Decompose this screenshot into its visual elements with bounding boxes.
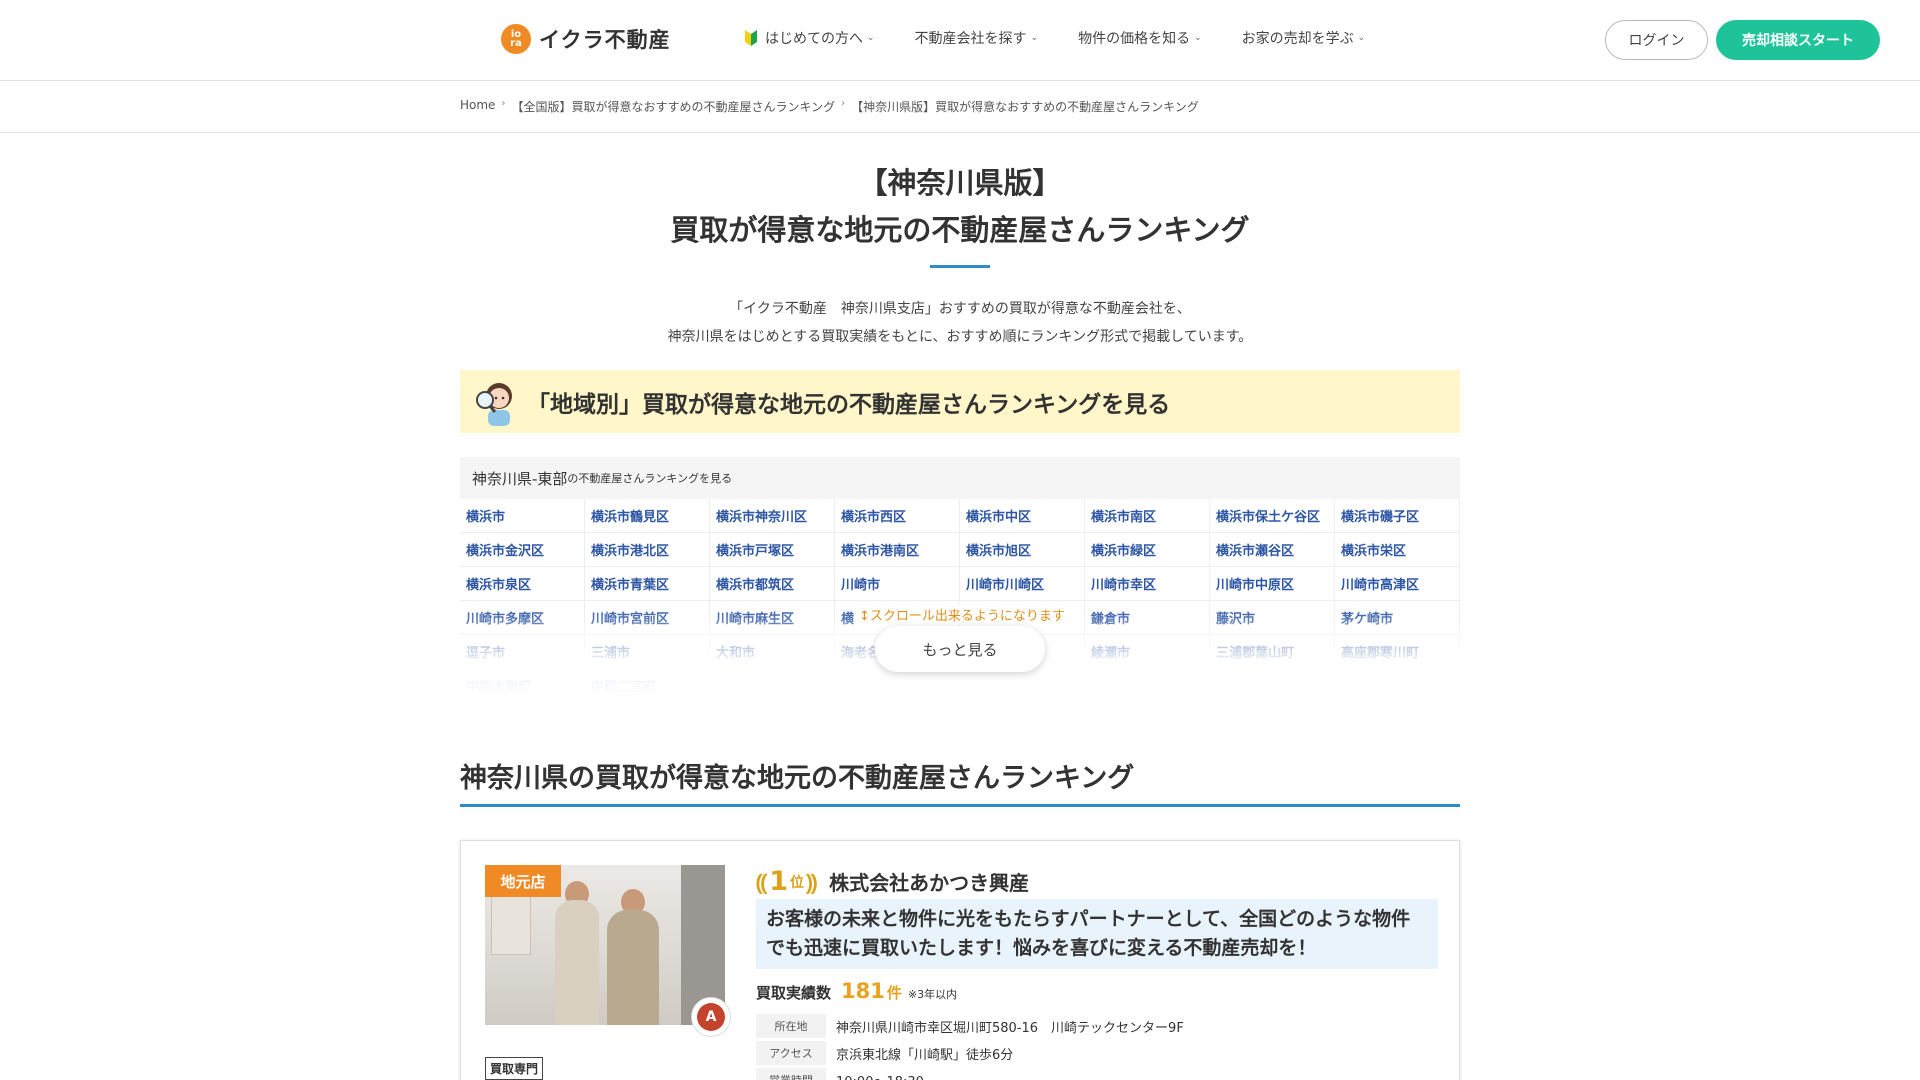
area-link[interactable]: 横浜市青葉区 xyxy=(585,567,710,601)
nav-learn-selling[interactable]: お家の売却を学ぶ ⌄ xyxy=(1242,28,1366,48)
purchase-specialist-tag: 買取専門 xyxy=(485,1057,544,1080)
local-store-badge: 地元店 xyxy=(485,865,561,897)
stat-label: 買取実績数 xyxy=(756,984,832,1002)
chevron-down-icon: ⌄ xyxy=(867,33,875,43)
stat-value: 181 xyxy=(841,979,885,1003)
intro-line1: 「イクラ不動産 神奈川県支店」おすすめの買取が得意な不動産会社を、 xyxy=(729,301,1191,317)
intro-text: 「イクラ不動産 神奈川県支店」おすすめの買取が得意な不動産会社を、 神奈川県をは… xyxy=(460,295,1460,351)
breadcrumb: Home › 【全国版】買取が得意なおすすめの不動産屋さんランキング › 【神奈… xyxy=(460,98,1199,115)
breadcrumb-current: 【神奈川県版】買取が得意なおすすめの不動産屋さんランキング xyxy=(851,100,1199,114)
area-link[interactable]: 横浜市磯子区 xyxy=(1335,499,1460,533)
ikura-logo-icon: io ra xyxy=(501,24,531,54)
page-title-line2: 買取が得意な地元の不動産屋さんランキング xyxy=(670,213,1250,247)
main-nav: はじめての方へ ⌄ 不動産会社を探す ⌄ 物件の価格を知る ⌄ お家の売却を学ぶ… xyxy=(745,28,1405,48)
area-link[interactable]: 横浜市旭区 xyxy=(960,533,1085,567)
nav-label: お家の売却を学ぶ xyxy=(1241,31,1354,47)
rank-number: 1 xyxy=(769,866,788,897)
area-link[interactable]: 横浜市保土ケ谷区 xyxy=(1210,499,1335,533)
intro-line2: 神奈川県をはじめとする買取実績をもとに、おすすめ順にランキング形式で掲載していま… xyxy=(667,329,1253,345)
purchase-stats: 買取実績数 181 件 ※3年以内 xyxy=(756,979,957,1003)
company-logo-icon: A xyxy=(691,997,731,1037)
ranking-heading-underline xyxy=(460,804,1460,807)
ranking-heading: 神奈川県の買取が得意な地元の不動産屋さんランキング xyxy=(460,763,1135,794)
show-more-button[interactable]: もっと見る xyxy=(875,626,1045,672)
stat-note: ※3年以内 xyxy=(907,988,958,1001)
area-link[interactable]: 横浜市都筑区 xyxy=(710,567,835,601)
logo-text: イクラ不動産 xyxy=(539,28,671,52)
area-link[interactable]: 横浜市港南区 xyxy=(835,533,960,567)
laurel-right-icon: ⸩ xyxy=(805,870,818,896)
info-row-access: アクセス 京浜東北線「川崎駅」徒歩6分 xyxy=(756,1040,1436,1066)
region-ranking-banner: 「地域別」買取が得意な地元の不動産屋さんランキングを見る xyxy=(460,370,1460,433)
info-row-address: 所在地 神奈川県川崎市幸区堀川町580-16 川崎テックセンター9F xyxy=(756,1013,1436,1039)
chevron-right-icon: › xyxy=(501,98,506,109)
area-link[interactable]: 横浜市西区 xyxy=(835,499,960,533)
nav-label: 不動産会社を探す xyxy=(914,31,1027,47)
rank-badge: ⸨ 1 位 ⸩ xyxy=(756,866,817,897)
area-link[interactable]: 横浜市緑区 xyxy=(1085,533,1210,567)
start-consultation-button[interactable]: 売却相談スタート xyxy=(1716,20,1880,60)
area-link[interactable]: 横浜市栄区 xyxy=(1335,533,1460,567)
stat-unit: 件 xyxy=(886,984,902,1002)
company-name[interactable]: 株式会社あかつき興産 xyxy=(829,867,1029,896)
area-link[interactable]: 横浜市神奈川区 xyxy=(710,499,835,533)
rank-suffix: 位 xyxy=(789,874,804,891)
area-link[interactable]: 横浜市瀬谷区 xyxy=(1210,533,1335,567)
region-banner-title: 「地域別」買取が得意な地元の不動産屋さんランキングを見る xyxy=(527,391,1171,418)
info-value: 神奈川県川崎市幸区堀川町580-16 川崎テックセンター9F xyxy=(836,1020,1184,1036)
area-link[interactable]: 横浜市港北区 xyxy=(585,533,710,567)
laurel-left-icon: ⸨ xyxy=(756,870,768,896)
breadcrumb-home[interactable]: Home xyxy=(460,98,495,115)
area-group-suffix: の不動産屋さんランキングを見る xyxy=(567,472,733,485)
info-key: アクセス xyxy=(756,1041,826,1065)
company-info: 所在地 神奈川県川崎市幸区堀川町580-16 川崎テックセンター9F アクセス … xyxy=(756,1013,1436,1080)
area-list-header: 神奈川県-東部 の不動産屋さんランキングを見る xyxy=(460,457,1460,499)
area-link[interactable]: 横浜市南区 xyxy=(1085,499,1210,533)
area-link[interactable]: 川崎市 xyxy=(835,567,960,601)
rank-line: ⸨ 1 位 ⸩ 株式会社あかつき興産 xyxy=(756,866,1029,897)
info-value: 10:00～18:30 xyxy=(836,1071,924,1080)
info-key: 営業時間 xyxy=(756,1068,826,1080)
nav-label: 物件の価格を知る xyxy=(1078,31,1191,47)
magnifier-girl-icon xyxy=(476,382,512,426)
info-row-hours: 営業時間 10:00～18:30 xyxy=(756,1067,1436,1080)
area-link[interactable]: 横浜市戸塚区 xyxy=(710,533,835,567)
area-link[interactable]: 川崎市川崎区 xyxy=(960,567,1085,601)
title-underline xyxy=(930,265,990,268)
scroll-note: ↕スクロール出来るようになります xyxy=(857,605,1067,624)
area-link[interactable]: 横浜市 xyxy=(460,499,585,533)
area-link[interactable]: 川崎市幸区 xyxy=(1085,567,1210,601)
nav-know-price[interactable]: 物件の価格を知る ⌄ xyxy=(1078,28,1202,48)
area-link[interactable]: 川崎市中原区 xyxy=(1210,567,1335,601)
area-link[interactable]: 横浜市中区 xyxy=(960,499,1085,533)
page-title: 【神奈川県版】 買取が得意な地元の不動産屋さんランキング xyxy=(460,160,1460,254)
breadcrumb-national[interactable]: 【全国版】買取が得意なおすすめの不動産屋さんランキング xyxy=(511,98,835,115)
info-key: 所在地 xyxy=(756,1014,826,1038)
site-header: io ra イクラ不動産 はじめての方へ ⌄ 不動産会社を探す ⌄ 物件の価格を知… xyxy=(0,0,1920,81)
ranking-card[interactable]: 地元店 A 買取専門 ⸨ 1 位 ⸩ 株式会社あかつき興産 お客様の未来と物件に… xyxy=(460,840,1460,1080)
breadcrumb-bar: Home › 【全国版】買取が得意なおすすめの不動産屋さんランキング › 【神奈… xyxy=(0,81,1920,133)
nav-label: はじめての方へ xyxy=(765,31,863,47)
info-value: 京浜東北線「川崎駅」徒歩6分 xyxy=(836,1047,1014,1063)
area-link[interactable]: 横浜市鶴見区 xyxy=(585,499,710,533)
nav-beginners[interactable]: はじめての方へ ⌄ xyxy=(745,28,875,48)
area-link[interactable]: 横浜市金沢区 xyxy=(460,533,585,567)
area-link[interactable]: 横浜市泉区 xyxy=(460,567,585,601)
area-group-title: 神奈川県-東部 xyxy=(472,469,568,488)
chevron-down-icon: ⌄ xyxy=(1194,33,1202,43)
chevron-down-icon: ⌄ xyxy=(1357,33,1366,43)
nav-find-agency[interactable]: 不動産会社を探す ⌄ xyxy=(915,28,1039,48)
area-link[interactable]: 川崎市高津区 xyxy=(1335,567,1460,601)
beginner-mark-icon xyxy=(745,30,757,46)
catch-copy: お客様の未来と物件に光をもたらすパートナーとして、全国どのような物件でも迅速に買… xyxy=(756,899,1438,969)
page-title-line1: 【神奈川県版】 xyxy=(858,166,1062,200)
chevron-right-icon: › xyxy=(841,98,846,109)
chevron-down-icon: ⌄ xyxy=(1030,33,1039,43)
site-logo[interactable]: io ra イクラ不動産 xyxy=(501,24,671,54)
login-button[interactable]: ログイン xyxy=(1605,20,1708,60)
